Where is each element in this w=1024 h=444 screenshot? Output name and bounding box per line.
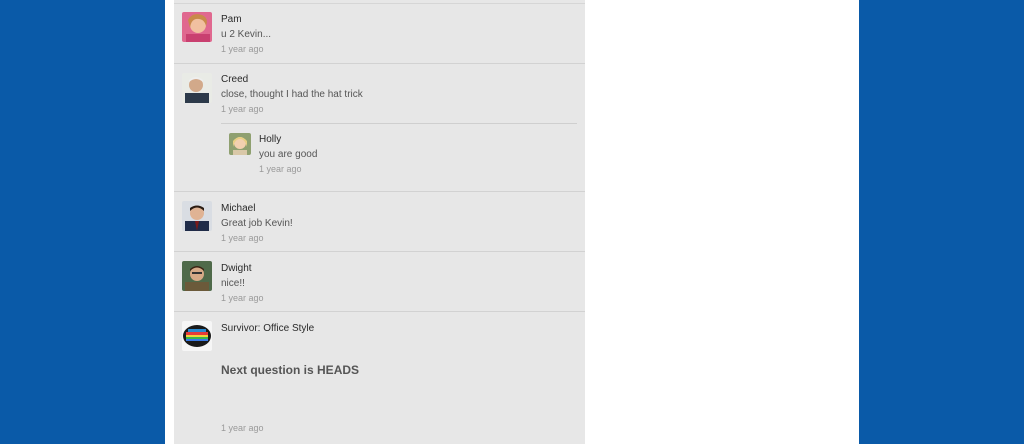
reply-text: you are good (259, 149, 318, 160)
comment-text: Great job Kevin! (221, 218, 293, 229)
comment-text: nice!! (221, 278, 245, 289)
reply-author[interactable]: Holly (259, 134, 317, 146)
comment-timestamp[interactable]: 1 year ago (221, 44, 271, 55)
comment-item: Dwight nice!! 1 year ago (174, 252, 585, 312)
page-content: Pam u 2 Kevin... 1 year ago Creed close,… (165, 0, 859, 444)
avatar-pam[interactable] (182, 12, 212, 42)
avatar-dwight[interactable] (182, 261, 212, 291)
comment-author[interactable]: Creed (221, 74, 363, 86)
reply-thread: Holly you are good 1 year ago (221, 123, 577, 192)
comment-author[interactable]: Pam (221, 14, 271, 26)
comment-text: u 2 Kevin... (221, 29, 272, 40)
comment-item: Pam u 2 Kevin... 1 year ago (174, 4, 585, 64)
avatar-survivor-logo[interactable] (182, 321, 212, 351)
comment-timestamp[interactable]: 1 year ago (221, 233, 293, 244)
comment-author[interactable]: Michael (221, 203, 293, 215)
reply-timestamp[interactable]: 1 year ago (259, 164, 317, 175)
comment-author[interactable]: Dwight (221, 263, 264, 275)
comment-headline: Next question is HEADS (221, 363, 360, 377)
comment-timestamp[interactable]: 1 year ago (221, 104, 363, 115)
comment-timestamp[interactable]: 1 year ago (221, 293, 264, 304)
comment-item: Creed close, thought I had the hat trick… (174, 64, 585, 192)
comment-text: close, thought I had the hat trick (221, 89, 363, 100)
avatar-holly[interactable] (229, 133, 251, 155)
avatar-michael[interactable] (182, 201, 212, 231)
avatar-creed[interactable] (182, 73, 212, 103)
comment-feed: Pam u 2 Kevin... 1 year ago Creed close,… (174, 0, 585, 444)
comment-item: Michael Great job Kevin! 1 year ago (174, 192, 585, 252)
comment-item: Survivor: Office Style Next question is … (174, 312, 585, 444)
comment-timestamp[interactable]: 1 year ago (221, 423, 264, 434)
comment-author[interactable]: Survivor: Office Style (221, 323, 314, 335)
